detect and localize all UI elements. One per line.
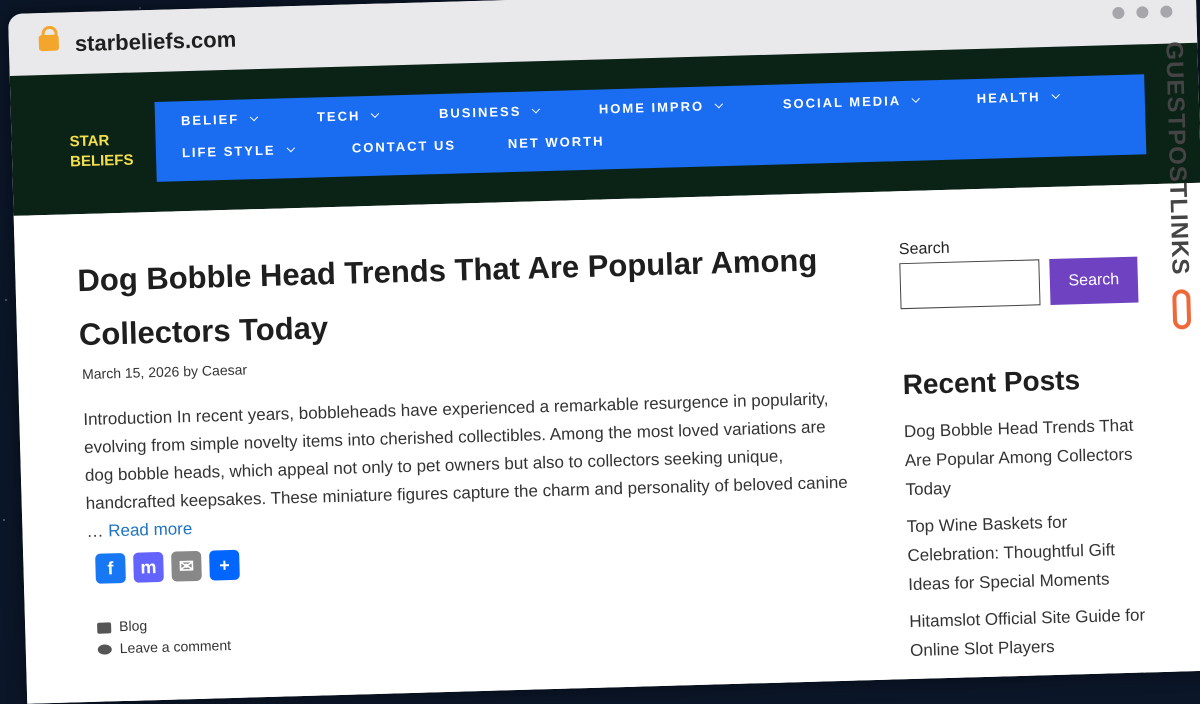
- nav-item-life-style[interactable]: LIFE STYLE: [182, 142, 295, 160]
- post-excerpt: Introduction In recent years, bobblehead…: [83, 385, 857, 546]
- nav-item-net-worth[interactable]: NET WORTH: [508, 133, 605, 151]
- search-input[interactable]: [899, 259, 1041, 310]
- chevron-down-icon: [249, 112, 259, 122]
- guestpostlinks-watermark: GUESTPOSTLINKS: [1157, 41, 1200, 342]
- nav-item-social-media[interactable]: SOCIAL MEDIA: [783, 93, 921, 111]
- post-title[interactable]: Dog Bobble Head Trends That Are Popular …: [77, 233, 840, 362]
- post-meta: March 15, 2026 by Caesar: [82, 361, 247, 382]
- chevron-down-icon: [532, 105, 541, 114]
- email-share-button[interactable]: ✉: [171, 550, 202, 582]
- list-item[interactable]: Hitamslot Official Site Guide for Online…: [909, 600, 1161, 665]
- mastodon-share-button[interactable]: m: [133, 551, 164, 583]
- page-content: Dog Bobble Head Trends That Are Popular …: [13, 182, 1200, 704]
- sidebar: Search Search Recent Posts Dog Bobble He…: [899, 234, 1161, 673]
- logo-line-1: Star: [69, 132, 110, 151]
- share-buttons: f m ✉ +: [95, 549, 240, 584]
- window-dot-icon[interactable]: [1160, 5, 1173, 18]
- url-text[interactable]: starbeliefs.com: [75, 27, 237, 57]
- logo-line-2: Beliefs: [69, 151, 134, 171]
- chain-link-icon: [1172, 289, 1192, 330]
- nav-item-contact-us[interactable]: CONTACT US: [352, 138, 457, 156]
- comment-icon: [97, 644, 112, 656]
- chevron-down-icon: [371, 109, 380, 119]
- search-label: Search: [898, 239, 950, 259]
- chevron-down-icon: [1051, 90, 1060, 100]
- leave-comment-link[interactable]: Leave a comment: [120, 637, 232, 656]
- nav-item-health[interactable]: HEALTH: [977, 89, 1060, 106]
- search-form: Search: [899, 256, 1150, 310]
- chevron-down-icon: [911, 94, 921, 103]
- recent-posts-list: Dog Bobble Head Trends That Are Popular …: [904, 410, 1161, 665]
- read-more-link[interactable]: Read more: [108, 519, 193, 540]
- list-item[interactable]: Top Wine Baskets for Celebration: Though…: [906, 505, 1158, 599]
- list-item[interactable]: Dog Bobble Head Trends That Are Popular …: [904, 410, 1156, 504]
- nav-item-tech[interactable]: TECH: [317, 108, 380, 124]
- facebook-share-button[interactable]: f: [95, 552, 126, 584]
- folder-icon: [97, 622, 112, 634]
- main-nav: BELIEF TECH BUSINESS HOME IMPRO SOCIAL M…: [154, 74, 1147, 182]
- recent-posts-title: Recent Posts: [902, 364, 1081, 401]
- nav-item-business[interactable]: BUSINESS: [439, 103, 541, 121]
- window-dot-icon[interactable]: [1112, 6, 1125, 20]
- browser-window: starbeliefs.com Star Beliefs BELIEF TECH…: [8, 0, 1200, 704]
- post-by: by: [183, 362, 199, 380]
- post-footer-meta: Blog Leave a comment: [97, 612, 231, 660]
- nav-item-home-impro[interactable]: HOME IMPRO: [599, 98, 724, 117]
- post-date[interactable]: March 15, 2026: [82, 363, 180, 382]
- category-link[interactable]: Blog: [119, 617, 147, 634]
- nav-item-belief[interactable]: BELIEF: [181, 111, 259, 128]
- watermark-text: GUESTPOSTLINKS: [1160, 41, 1194, 276]
- search-button[interactable]: Search: [1049, 256, 1139, 306]
- window-controls: [1112, 5, 1173, 20]
- window-dot-icon[interactable]: [1136, 6, 1149, 19]
- share-plus-button[interactable]: +: [209, 549, 240, 581]
- post-author[interactable]: Caesar: [202, 361, 248, 378]
- lock-icon: [38, 34, 60, 52]
- chevron-down-icon: [286, 143, 295, 153]
- site-logo[interactable]: Star Beliefs: [69, 130, 140, 172]
- excerpt-text: Introduction In recent years, bobblehead…: [83, 389, 848, 542]
- chevron-down-icon: [714, 99, 724, 109]
